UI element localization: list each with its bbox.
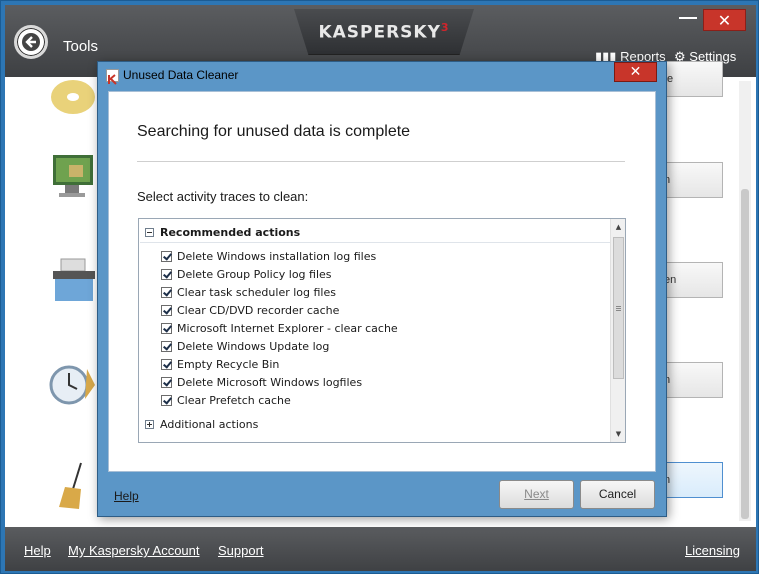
item-label: Delete Windows Update log (177, 340, 330, 353)
footer-support-link[interactable]: Support (218, 543, 264, 558)
footer-account-link[interactable]: My Kaspersky Account (68, 543, 200, 558)
checkbox-checked[interactable] (161, 286, 172, 298)
settings-label: Settings (689, 49, 737, 64)
list-item[interactable]: Clear Prefetch cache (161, 393, 291, 409)
page-title: Tools (63, 38, 99, 55)
tool-button-4[interactable]: n (661, 362, 723, 398)
item-label: Clear CD/DVD recorder cache (177, 304, 340, 317)
tool-button-2[interactable]: n (661, 162, 723, 198)
list-item[interactable]: Microsoft Internet Explorer - clear cach… (161, 321, 398, 337)
brand-mark: 3 (440, 21, 450, 34)
main-scrollbar-thumb[interactable] (741, 189, 749, 519)
group-recommended[interactable]: Recommended actions (145, 225, 300, 241)
tool-button-1[interactable]: te (661, 61, 723, 97)
checkbox-checked[interactable] (161, 268, 172, 280)
kaspersky-logo: KASPERSKY3 (294, 9, 474, 55)
kaspersky-app-icon (106, 69, 119, 85)
back-button[interactable] (14, 25, 48, 59)
list-item[interactable]: Delete Group Policy log files (161, 267, 332, 283)
brand-name: KASPERSKY (318, 22, 441, 43)
item-label: Delete Group Policy log files (177, 268, 332, 281)
scroll-down-arrow-icon[interactable]: ▼ (611, 426, 625, 442)
list-scrollbar[interactable]: ▲ ▼ (610, 219, 625, 442)
group-additional[interactable]: Additional actions (145, 417, 258, 433)
item-label: Clear task scheduler log files (177, 286, 336, 299)
checkbox-checked[interactable] (161, 394, 172, 406)
list-scrollbar-thumb[interactable] (613, 237, 624, 379)
checkbox-checked[interactable] (161, 340, 172, 352)
broom-icon (59, 462, 82, 509)
list-item[interactable]: Delete Microsoft Windows logfiles (161, 375, 362, 391)
tool-button-5[interactable]: n (661, 462, 723, 498)
grip-icon (616, 306, 621, 311)
tool-button-3[interactable]: en (661, 262, 723, 298)
group-label: Additional actions (160, 418, 259, 431)
group-label: Recommended actions (160, 226, 301, 239)
cancel-button[interactable]: Cancel (580, 480, 655, 509)
list-item[interactable]: Clear CD/DVD recorder cache (161, 303, 339, 319)
footer-licensing-link[interactable]: Licensing (685, 543, 740, 558)
group-divider (140, 242, 611, 243)
activity-traces-list: Recommended actions Delete Windows insta… (138, 218, 626, 443)
dialog-subheading: Select activity traces to clean: (137, 189, 309, 204)
item-label: Delete Windows installation log files (177, 250, 377, 263)
checkbox-checked[interactable] (161, 250, 172, 262)
list-item[interactable]: Empty Recycle Bin (161, 357, 279, 373)
monitor-icon (53, 155, 93, 197)
checkbox-checked[interactable] (161, 304, 172, 316)
checkbox-checked[interactable] (161, 358, 172, 370)
collapse-icon[interactable] (145, 227, 154, 237)
list-item[interactable]: Delete Windows installation log files (161, 249, 376, 265)
list-item[interactable]: Delete Windows Update log (161, 339, 329, 355)
item-label: Empty Recycle Bin (177, 358, 280, 371)
item-label: Clear Prefetch cache (177, 394, 291, 407)
dialog-help-link[interactable]: Help (114, 489, 139, 503)
main-close-button[interactable]: ✕ (703, 9, 746, 31)
next-button[interactable]: Next (499, 480, 574, 509)
settings-link[interactable]: ⚙ Settings (674, 49, 736, 65)
clock-broom-icon (49, 365, 95, 405)
item-label: Delete Microsoft Windows logfiles (177, 376, 363, 389)
expand-icon[interactable] (145, 419, 154, 429)
item-label: Microsoft Internet Explorer - clear cach… (177, 322, 398, 335)
list-item[interactable]: Clear task scheduler log files (161, 285, 336, 301)
dialog-close-button[interactable]: ✕ (614, 62, 657, 82)
checkbox-checked[interactable] (161, 322, 172, 334)
dialog-title: Unused Data Cleaner (123, 68, 239, 82)
divider (137, 161, 625, 162)
disc-icon (51, 80, 95, 114)
shredder-icon (53, 258, 95, 301)
minimize-button[interactable] (679, 17, 697, 19)
gear-icon: ⚙ (674, 49, 686, 64)
scroll-up-arrow-icon[interactable]: ▲ (611, 219, 625, 235)
unused-data-cleaner-dialog: Unused Data Cleaner ✕ Searching for unus… (97, 61, 667, 517)
checkbox-checked[interactable] (161, 376, 172, 388)
dialog-content: Searching for unused data is complete Se… (108, 91, 656, 472)
back-arrow-icon (22, 33, 40, 51)
main-footer: Help My Kaspersky Account Support Licens… (5, 527, 756, 571)
main-scrollbar[interactable] (739, 81, 751, 521)
dialog-heading: Searching for unused data is complete (137, 123, 411, 140)
footer-help-link[interactable]: Help (24, 543, 51, 558)
